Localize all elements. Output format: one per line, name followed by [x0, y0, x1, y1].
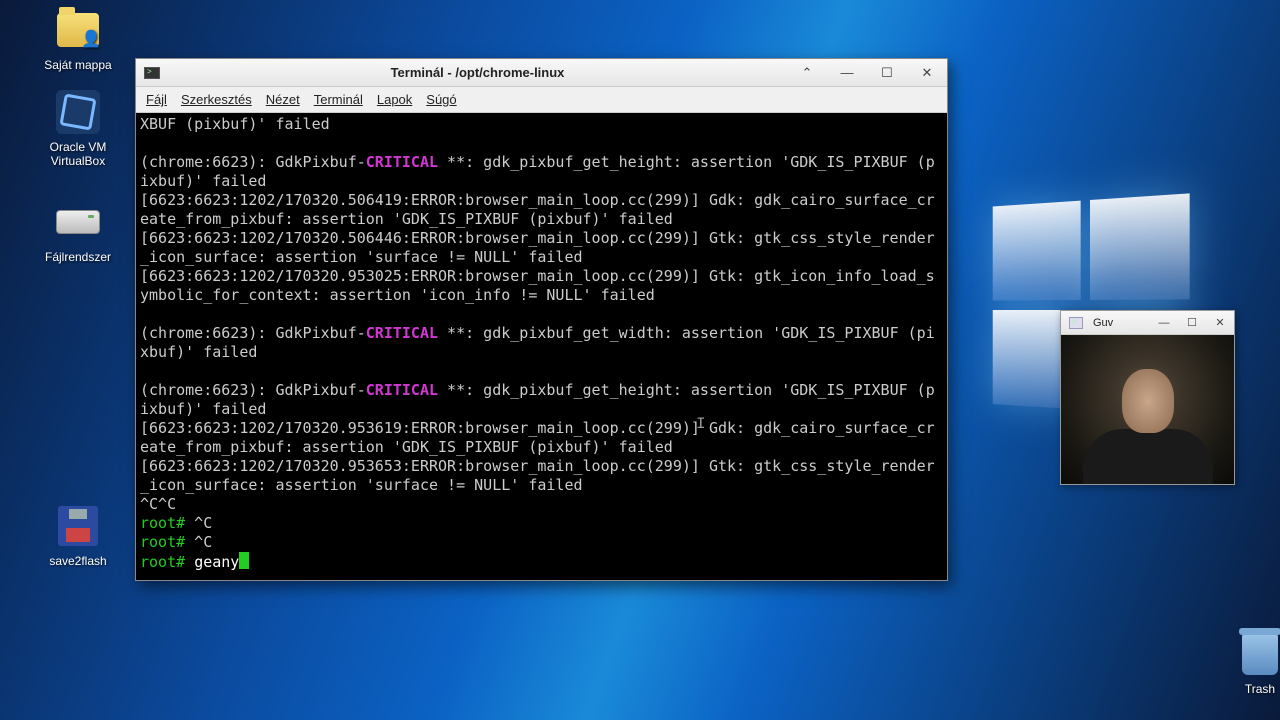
desktop-icon-label: VirtualBox	[28, 154, 128, 168]
webcam-titlebar[interactable]: Guv — ☐ ✕	[1061, 311, 1234, 335]
menu-edit[interactable]: Szerkesztés	[181, 92, 252, 107]
menu-file[interactable]: Fájl	[146, 92, 167, 107]
maximize-button[interactable]: ☐	[1178, 311, 1206, 335]
minimize-button[interactable]: —	[827, 59, 867, 87]
close-button[interactable]: ✕	[1206, 311, 1234, 335]
desktop-icon-label: Trash	[1210, 682, 1280, 696]
desktop-icon-trash[interactable]: Trash	[1210, 630, 1280, 696]
menu-view[interactable]: Nézet	[266, 92, 300, 107]
terminal-menubar: Fájl Szerkesztés Nézet Terminál Lapok Sú…	[136, 87, 947, 113]
close-button[interactable]: ✕	[907, 59, 947, 87]
menu-tabs[interactable]: Lapok	[377, 92, 412, 107]
minimize-button[interactable]: —	[1150, 311, 1178, 335]
drive-icon	[56, 210, 100, 234]
menu-terminal[interactable]: Terminál	[314, 92, 363, 107]
webcam-window[interactable]: Guv — ☐ ✕	[1060, 310, 1235, 485]
desktop-icon-home[interactable]: Saját mappa	[28, 6, 128, 72]
webcam-feed	[1061, 335, 1234, 484]
webcam-title: Guv	[1091, 317, 1150, 329]
rollup-button[interactable]: ⌃	[787, 59, 827, 87]
terminal-output[interactable]: XBUF (pixbuf)' failed (chrome:6623): Gdk…	[136, 113, 947, 580]
folder-icon	[57, 13, 99, 47]
desktop-icon-label: Fájlrendszer	[28, 250, 128, 264]
desktop-icon-label: Saját mappa	[28, 58, 128, 72]
desktop-icon-save2flash[interactable]: save2flash	[28, 502, 128, 568]
virtualbox-icon	[56, 90, 100, 134]
trash-icon	[1242, 633, 1278, 675]
terminal-title: Terminál - /opt/chrome-linux	[168, 65, 787, 80]
maximize-button[interactable]: ☐	[867, 59, 907, 87]
desktop-icon-filesystem[interactable]: Fájlrendszer	[28, 198, 128, 264]
menu-help[interactable]: Súgó	[426, 92, 456, 107]
terminal-titlebar[interactable]: Terminál - /opt/chrome-linux ⌃ — ☐ ✕	[136, 59, 947, 87]
desktop-icon-label: Oracle VM	[28, 140, 128, 154]
terminal-icon	[144, 67, 160, 79]
desktop-icon-virtualbox[interactable]: Oracle VM VirtualBox	[28, 88, 128, 168]
desktop-icon-label: save2flash	[28, 554, 128, 568]
webcam-app-icon	[1069, 317, 1083, 329]
terminal-window[interactable]: Terminál - /opt/chrome-linux ⌃ — ☐ ✕ Fáj…	[135, 58, 948, 581]
text-cursor-icon: I	[696, 415, 706, 433]
floppy-icon	[58, 506, 98, 546]
